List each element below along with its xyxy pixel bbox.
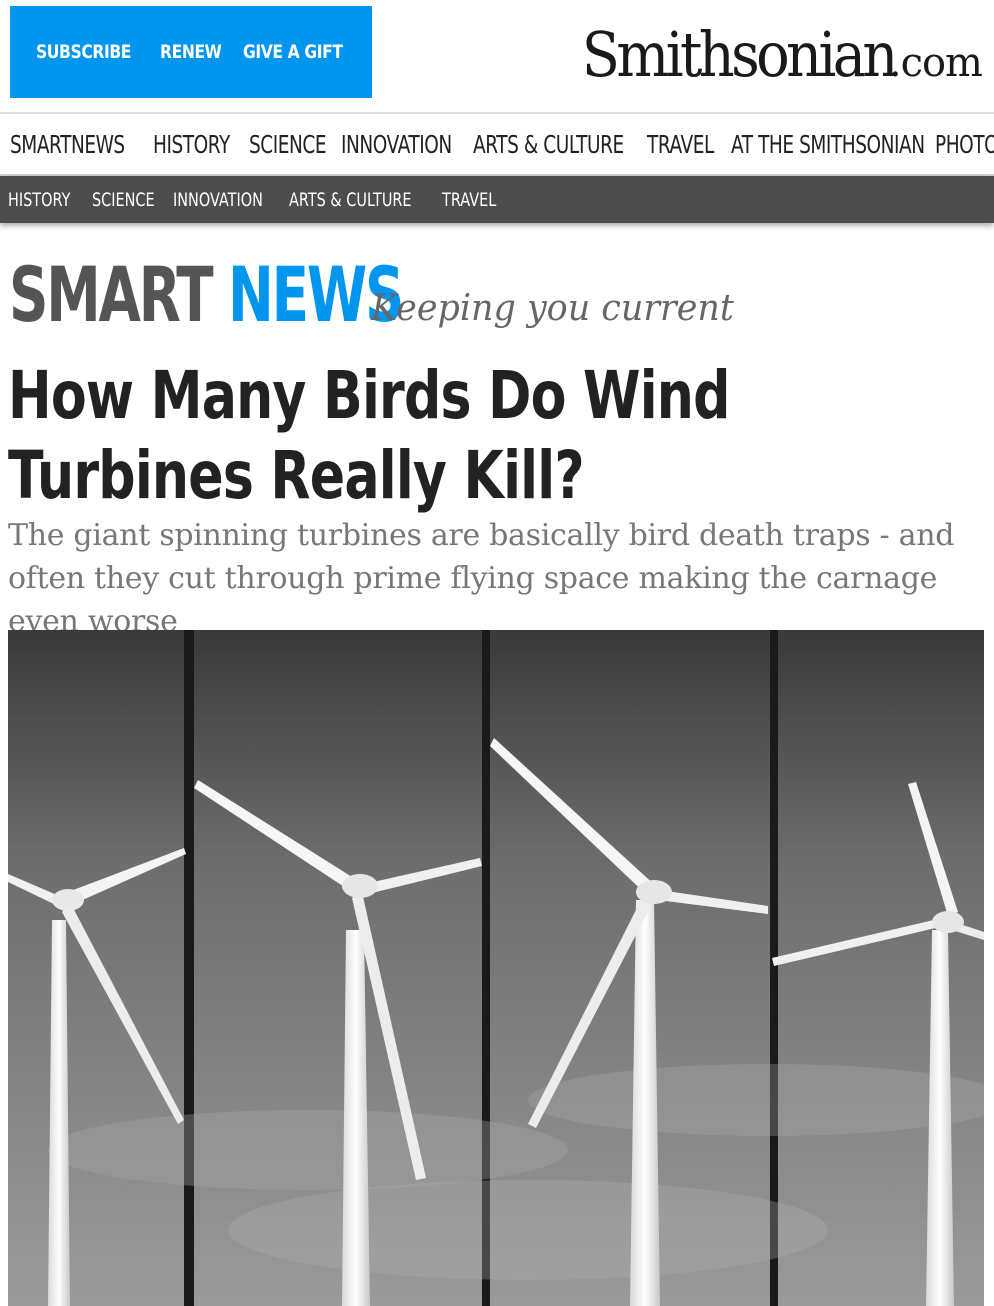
promo-bar: SUBSCRIBE RENEW GIVE A GIFT	[10, 6, 372, 98]
section-tagline: Keeping you current	[371, 288, 734, 329]
renew-link[interactable]: RENEW	[160, 41, 222, 63]
nav-item-travel[interactable]: TRAVEL	[647, 130, 714, 159]
nav-item-innovation[interactable]: INNOVATION	[341, 130, 452, 159]
nav-item-arts-culture[interactable]: ARTS & CULTURE	[473, 130, 624, 159]
nav-item-science[interactable]: SCIENCE	[249, 130, 327, 159]
primary-nav: SMARTNEWS HISTORY SCIENCE INNOVATION ART…	[0, 114, 994, 174]
subnav-item-arts-culture[interactable]: ARTS & CULTURE	[289, 189, 412, 211]
nav-item-history[interactable]: HISTORY	[153, 130, 230, 159]
hero-image-wind-turbines	[8, 630, 984, 1306]
subnav-item-innovation[interactable]: INNOVATION	[173, 189, 263, 211]
headline-text: How Many Birds Do Wind Turbines Really K…	[8, 357, 730, 514]
smithsonian-logo[interactable]: Smithsonian .com	[547, 18, 983, 91]
section-name-smart: SMART	[9, 250, 214, 339]
article-headline: How Many Birds Do Wind Turbines Really K…	[8, 356, 956, 516]
nav-item-photos[interactable]: PHOTOS	[935, 130, 994, 159]
subnav-item-history[interactable]: HISTORY	[8, 189, 70, 211]
secondary-nav: HISTORY SCIENCE INNOVATION ARTS & CULTUR…	[0, 176, 994, 223]
nav-item-smartnews[interactable]: SMARTNEWS	[10, 130, 125, 159]
article-dek: The giant spinning turbines are basicall…	[8, 518, 955, 639]
subnav-item-travel[interactable]: TRAVEL	[442, 189, 496, 211]
site-header: SUBSCRIBE RENEW GIVE A GIFT Smithsonian …	[0, 0, 994, 112]
brand-name: Smithsonian	[581, 18, 899, 91]
brand-suffix: .com	[888, 40, 983, 86]
subscribe-link[interactable]: SUBSCRIBE	[36, 41, 131, 63]
give-a-gift-link[interactable]: GIVE A GIFT	[243, 41, 343, 63]
nav-item-at-the-smithsonian[interactable]: AT THE SMITHSONIAN	[731, 130, 925, 159]
subnav-item-science[interactable]: SCIENCE	[92, 189, 155, 211]
